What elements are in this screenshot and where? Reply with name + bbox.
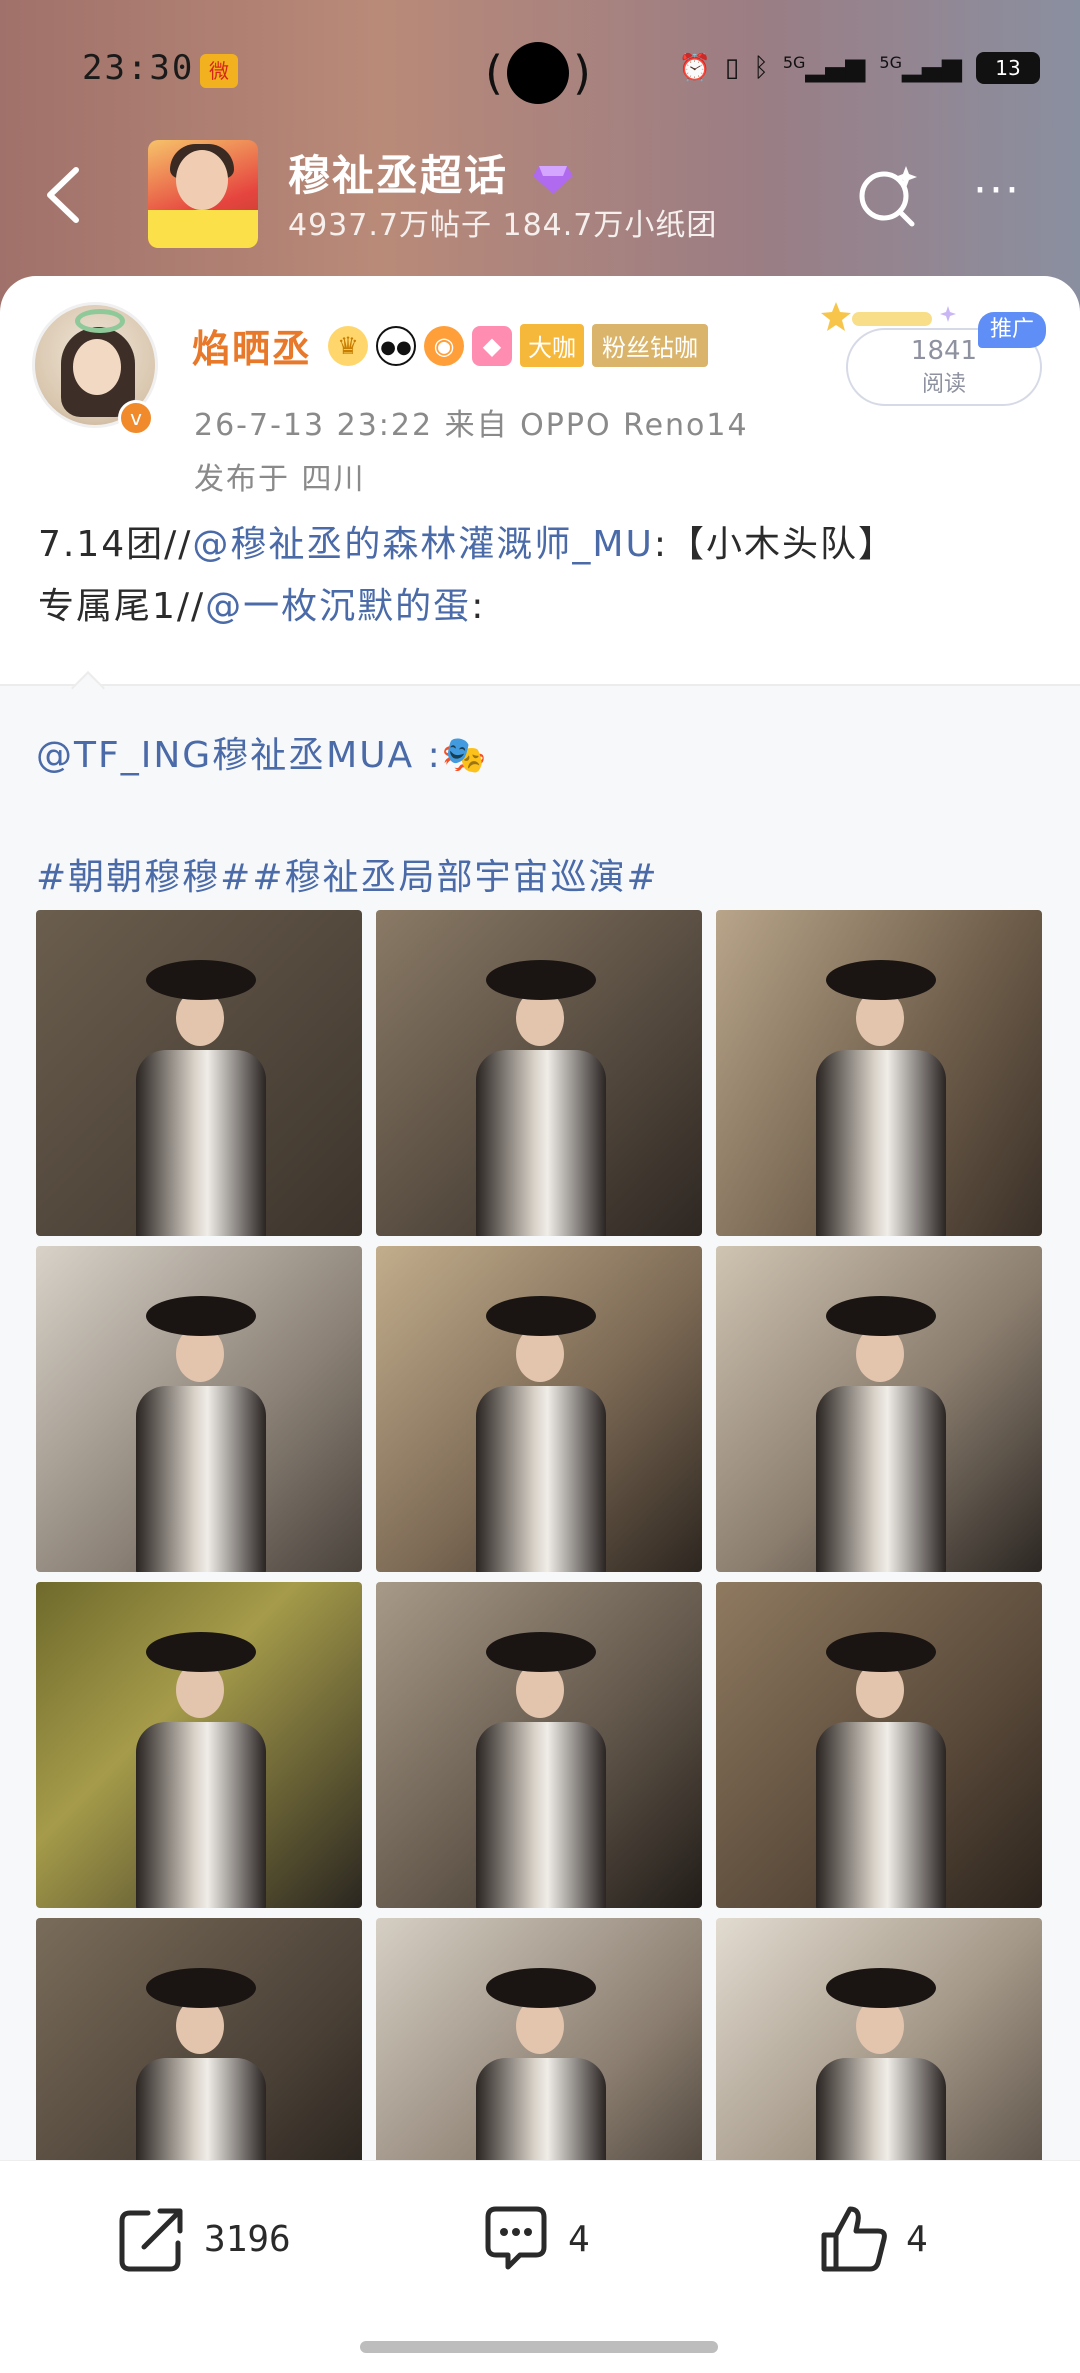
verified-icon: v (118, 400, 154, 436)
photo-figure-hat (826, 1968, 936, 2008)
read-label: 阅读 (921, 372, 966, 397)
photo-thumbnail[interactable] (716, 910, 1042, 1236)
share-button[interactable]: 3196 (114, 2201, 291, 2277)
photo-figure-hat (826, 1296, 936, 1336)
mention-link-2[interactable]: @一枚沉默的蛋 (205, 586, 471, 627)
photo-figure-hat (826, 960, 936, 1000)
mention-link-1[interactable]: @穆祉丞的森林灌溉师_MU (192, 524, 653, 565)
photo-thumbnail[interactable] (36, 910, 362, 1236)
photo-grid (36, 910, 1046, 2244)
photo-thumbnail[interactable] (36, 1246, 362, 1572)
more-dots-icon: ··· (973, 165, 1021, 216)
chevron-left-icon (47, 167, 79, 223)
photo-figure-hat (146, 1968, 256, 2008)
original-user-link[interactable]: @TF_ING穆祉丞MUA (36, 735, 414, 776)
camera-bracket-left: ( (485, 46, 503, 100)
topic-tags[interactable]: #朝朝穆穆##穆祉丞局部宇宙巡演# (36, 848, 659, 900)
topic-title-text: 穆祉丞超话 (288, 151, 509, 200)
photo-thumbnail[interactable] (376, 910, 702, 1236)
post-datetime-source: 26-7-13 23:22 来自 OPPO Reno14 (194, 408, 749, 443)
photo-figure-hat (486, 1632, 596, 1672)
photo-figure-jacket (476, 1386, 606, 1572)
bluetooth-icon: ᛒ (753, 53, 769, 83)
post-card: v 焰晒丞 ♛ ●● ◉ ◆ 大咖 粉丝钻咖 26-7-13 23:22 来自 … (0, 276, 1080, 2373)
post-location: 发布于 四川 (194, 462, 366, 497)
fan-diamond-tag[interactable]: 粉丝钻咖 (592, 324, 709, 367)
comment-button[interactable]: 4 (478, 2201, 590, 2277)
promote-tag[interactable]: 推广 (978, 312, 1046, 348)
photo-figure-jacket (816, 1386, 946, 1572)
level-badge-icon[interactable]: ◆ (472, 325, 513, 366)
post-text-line-1: 7.14团//@穆祉丞的森林灌溉师_MU:【小木头队】 (38, 524, 896, 565)
search-button[interactable] (852, 160, 922, 230)
diamond-badge-icon (532, 165, 573, 194)
back-button[interactable] (36, 160, 96, 230)
original-post-text: @TF_ING穆祉丞MUA :🎭 (36, 735, 489, 776)
search-sparkle-icon (859, 166, 917, 227)
topic-stats: 4937.7万帖子 184.7万小纸团 (288, 208, 718, 243)
share-icon (119, 2208, 183, 2272)
home-indicator[interactable] (360, 2341, 718, 2353)
like-button[interactable]: 4 (816, 2201, 928, 2277)
topic-thumbnail[interactable] (148, 140, 258, 248)
post-text: 7.14团//@穆祉丞的森林灌溉师_MU:【小木头队】 专属尾1//@一枚沉默的… (38, 514, 1038, 638)
crown-badge-icon[interactable]: ♛ (328, 325, 369, 366)
panda-badge-icon[interactable]: ●● (376, 325, 417, 366)
photo-figure-hat (146, 1296, 256, 1336)
like-count: 4 (906, 2218, 928, 2260)
photo-thumbnail[interactable] (716, 1582, 1042, 1908)
status-time: 23:30 (82, 48, 195, 88)
photo-figure-jacket (816, 1722, 946, 1908)
photo-thumbnail[interactable] (716, 1246, 1042, 1572)
front-camera (507, 42, 569, 104)
status-icons: ⏰ ▯ ᛒ 5G▂▄▆ 5G▂▄▆ 13 (679, 52, 1040, 84)
camera-bracket-right: ) (573, 46, 591, 100)
photo-figure-hat (486, 960, 596, 1000)
photo-thumbnail[interactable] (376, 1246, 702, 1572)
photo-figure-jacket (476, 1722, 606, 1908)
photo-thumbnail[interactable] (36, 1582, 362, 1908)
photo-figure-jacket (136, 1722, 266, 1908)
alarm-icon: ⏰ (678, 53, 711, 83)
comment-icon (485, 2206, 547, 2270)
thumbs-up-icon (821, 2206, 887, 2272)
vibrate-icon: ▯ (724, 53, 740, 83)
weibo-notification-icon: 微 (200, 54, 238, 88)
photo-figure-hat (826, 1632, 936, 1672)
topic-header: 穆祉丞超话 4937.7万帖子 184.7万小纸团 ··· (0, 140, 1080, 250)
status-bar: 23:30 微 ( ) ⏰ ▯ ᛒ 5G▂▄▆ 5G▂▄▆ 13 (0, 0, 1080, 140)
user-row: 焰晒丞 ♛ ●● ◉ ◆ 大咖 粉丝钻咖 (192, 318, 709, 373)
fish-badge-icon[interactable]: ◉ (424, 325, 465, 366)
share-count: 3196 (204, 2218, 291, 2260)
username[interactable]: 焰晒丞 (192, 318, 312, 373)
photo-figure-hat (146, 960, 256, 1000)
photo-figure-jacket (476, 1050, 606, 1236)
photo-thumbnail[interactable] (376, 1582, 702, 1908)
comment-count: 4 (568, 2218, 590, 2260)
signal-icon-2: 5G▂▄▆ (879, 53, 962, 83)
photo-figure-hat (486, 1296, 596, 1336)
action-bar: 3196 4 4 (0, 2160, 1080, 2373)
big-star-tag[interactable]: 大咖 (520, 324, 585, 367)
photo-figure-jacket (136, 1050, 266, 1236)
reposted-content[interactable]: @TF_ING穆祉丞MUA :🎭 #朝朝穆穆##穆祉丞局部宇宙巡演# (0, 686, 1080, 2373)
photo-figure-jacket (816, 1050, 946, 1236)
photo-figure-jacket (136, 1386, 266, 1572)
battery-icon: 13 (976, 52, 1040, 84)
more-options-button[interactable]: ··· (962, 166, 1032, 226)
photo-figure-hat (146, 1632, 256, 1672)
signal-icon-1: 5G▂▄▆ (782, 53, 866, 83)
topic-title[interactable]: 穆祉丞超话 (288, 142, 573, 203)
photo-figure-hat (486, 1968, 596, 2008)
camera-cutout: ( ) (485, 40, 595, 104)
post-text-line-2: 专属尾1//@一枚沉默的蛋: (38, 586, 486, 627)
